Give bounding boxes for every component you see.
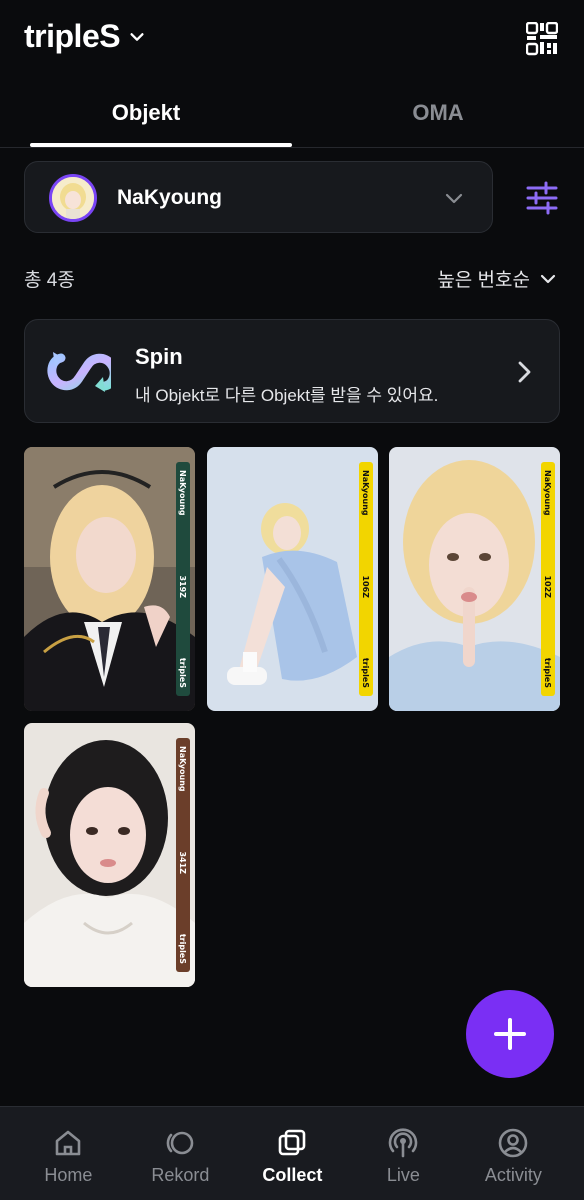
objekt-photo: [24, 447, 195, 711]
tab-objekt[interactable]: Objekt: [0, 100, 292, 126]
objekt-member: NaKyoung: [543, 470, 553, 516]
nav-collect[interactable]: Collect: [234, 1107, 351, 1200]
active-tab-indicator: [30, 143, 292, 147]
nav-label: Live: [386, 1165, 420, 1185]
objekt-member: NaKyoung: [178, 470, 188, 516]
objekt-card[interactable]: NaKyoung 102Z tripleS: [389, 447, 560, 711]
add-button[interactable]: [466, 990, 554, 1078]
home-icon: [56, 1130, 81, 1156]
spin-icon: [47, 352, 111, 392]
app-header: tripleS: [0, 0, 584, 80]
spin-description: 내 Objekt로 다른 Objekt를 받을 수 있어요.: [135, 386, 439, 405]
total-count: 총 4종: [24, 270, 75, 291]
nav-label: Home: [44, 1165, 93, 1185]
spin-banner[interactable]: Spin 내 Objekt로 다른 Objekt를 받을 수 있어요.: [24, 319, 560, 423]
nav-home[interactable]: Home: [10, 1107, 127, 1200]
rekord-icon: [167, 1131, 194, 1155]
objekt-strip: NaKyoung 106Z tripleS: [359, 462, 373, 696]
chevron-down-icon: [130, 32, 144, 41]
objekt-group: tripleS: [543, 657, 553, 688]
objekt-group: tripleS: [178, 933, 188, 964]
member-avatar: [49, 174, 97, 222]
sort-dropdown[interactable]: 높은 번호순: [437, 265, 556, 292]
objekt-strip: NaKyoung 102Z tripleS: [541, 462, 555, 696]
objekt-member: NaKyoung: [178, 746, 188, 792]
nav-live[interactable]: Live: [345, 1107, 462, 1200]
nav-activity[interactable]: Activity: [455, 1107, 572, 1200]
objekt-number: 341Z: [178, 851, 188, 874]
objekt-group: tripleS: [361, 657, 371, 688]
objekt-number: 106Z: [361, 575, 371, 598]
nav-rekord[interactable]: Rekord: [122, 1107, 239, 1200]
objekt-member: NaKyoung: [361, 470, 371, 516]
spin-title: Spin: [135, 344, 183, 369]
objekt-number: 102Z: [543, 575, 553, 598]
group-switcher[interactable]: tripleS: [24, 18, 146, 55]
plus-icon: [494, 1018, 526, 1050]
chevron-right-icon: [518, 361, 531, 383]
objekt-card[interactable]: NaKyoung 106Z tripleS: [207, 447, 378, 711]
chevron-down-icon: [445, 193, 463, 204]
nav-label: Activity: [484, 1165, 542, 1185]
collect-icon: [279, 1129, 306, 1156]
sliders-icon[interactable]: [524, 180, 560, 216]
chevron-down-icon: [540, 274, 556, 283]
objekt-card[interactable]: NaKyoung 341Z tripleS: [24, 723, 195, 987]
live-icon: [389, 1128, 418, 1158]
collection-tabs: Objekt OMA: [0, 92, 584, 148]
objekt-strip: NaKyoung 341Z tripleS: [176, 738, 190, 972]
objekt-photo: [24, 723, 195, 987]
objekt-card[interactable]: NaKyoung 319Z tripleS: [24, 447, 195, 711]
nav-label: Collect: [262, 1165, 323, 1185]
member-selector[interactable]: NaKyoung: [24, 161, 493, 233]
member-name: NaKyoung: [117, 186, 222, 209]
objekt-group: tripleS: [178, 657, 188, 688]
nav-label: Rekord: [151, 1165, 210, 1185]
group-title: tripleS: [24, 18, 121, 54]
objekt-photo: [207, 447, 378, 711]
bottom-nav: Home Rekord Collect Live Activity: [0, 1106, 584, 1200]
qr-code-icon[interactable]: [526, 22, 558, 56]
tab-oma[interactable]: OMA: [292, 100, 584, 126]
sort-label: 높은 번호순: [437, 270, 530, 291]
objekt-number: 319Z: [178, 575, 188, 598]
activity-icon: [499, 1128, 528, 1158]
objekt-strip: NaKyoung 319Z tripleS: [176, 462, 190, 696]
objekt-photo: [389, 447, 560, 711]
